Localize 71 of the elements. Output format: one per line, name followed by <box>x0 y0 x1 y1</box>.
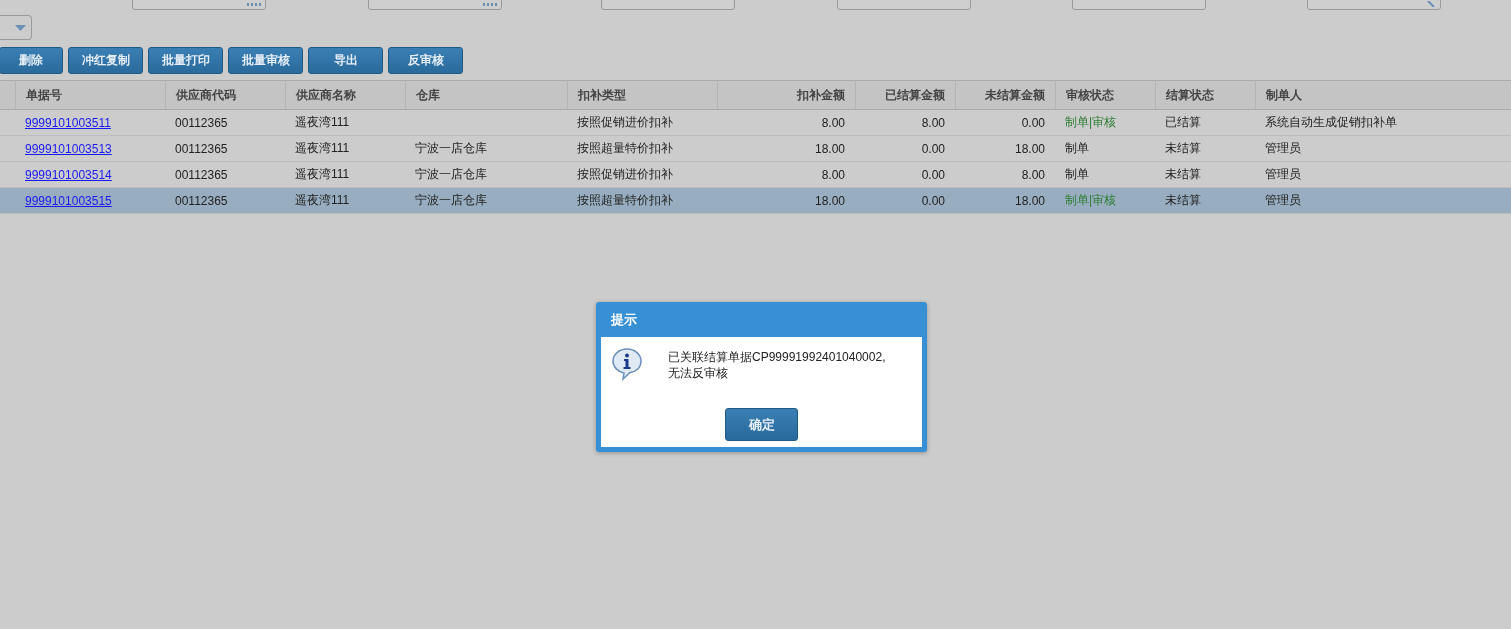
audit-status: 制单|审核 <box>1065 193 1117 207</box>
table-cell: 遥夜湾111 <box>295 167 350 181</box>
audit-status: 制单 <box>1065 167 1089 181</box>
column-header: 单据号 <box>15 80 165 110</box>
table-cell: 管理员 <box>1265 167 1301 181</box>
table-cell: 8.00 <box>821 167 845 182</box>
table-cell: 已结算 <box>1165 115 1201 129</box>
table-cell: 00112365 <box>175 141 228 156</box>
table-cell: 18.00 <box>1014 193 1045 208</box>
table-cell: 18.00 <box>814 141 845 156</box>
table-cell: 8.00 <box>821 115 845 130</box>
toolbar-button[interactable]: 反审核 <box>388 47 463 74</box>
table-cell: 宁波一店仓库 <box>415 193 487 207</box>
table-cell: 00112365 <box>175 167 228 182</box>
table-row[interactable]: 9999101003511 00112365 遥夜湾111 按照促销进价扣补 8.00 8.00 0.00 制单|审核 已结算 系统自动生成促销扣补单 <box>0 109 1511 136</box>
table-cell: 0.00 <box>921 167 945 182</box>
table-cell: 18.00 <box>814 193 845 208</box>
document-number-link[interactable]: 9999101003511 <box>25 115 111 130</box>
table-cell: 系统自动生成促销扣补单 <box>1265 115 1397 129</box>
table-cell: 8.00 <box>921 115 945 130</box>
column-header: 扣补类型 <box>567 80 717 110</box>
document-number-link[interactable]: 9999101003513 <box>25 141 112 156</box>
toolbar-button[interactable]: 冲红复制 <box>68 47 143 74</box>
column-header: 仓库 <box>405 80 567 110</box>
table-cell: 0.00 <box>921 141 945 156</box>
table-cell: 遥夜湾111 <box>295 141 350 155</box>
table-row[interactable]: 9999101003514 00112365 遥夜湾111 宁波一店仓库 按照促销进价扣补 8.00 0.00 8.00 制单 未结算 管理员 <box>0 161 1511 188</box>
info-icon <box>611 347 643 381</box>
table-cell: 00112365 <box>175 115 228 130</box>
document-number-link[interactable]: 9999101003514 <box>25 167 112 182</box>
column-header: 未结算金额 <box>955 80 1055 110</box>
table-cell: 18.00 <box>1014 141 1045 156</box>
table-cell: 宁波一店仓库 <box>415 141 487 155</box>
table-cell: 按照促销进价扣补 <box>577 167 673 181</box>
table-cell: 0.00 <box>921 193 945 208</box>
table-cell: 宁波一店仓库 <box>415 167 487 181</box>
column-header: 结算状态 <box>1155 80 1255 110</box>
table-cell: 管理员 <box>1265 193 1301 207</box>
table-cell: 管理员 <box>1265 141 1301 155</box>
column-header: 扣补金额 <box>717 80 855 110</box>
confirm-button[interactable]: 确定 <box>725 408 798 441</box>
table-cell: 0.00 <box>1021 115 1045 130</box>
table-cell: 8.00 <box>1021 167 1045 182</box>
table-cell: 按照超量特价扣补 <box>577 141 673 155</box>
column-header: 供应商名称 <box>285 80 405 110</box>
table-cell: 00112365 <box>175 193 228 208</box>
table-row[interactable]: 9999101003513 00112365 遥夜湾111 宁波一店仓库 按照超量特价扣补 18.00 0.00 18.00 制单 未结算 管理员 <box>0 135 1511 162</box>
calendar-icon[interactable] <box>483 3 497 6</box>
table-cell: 遥夜湾111 <box>295 193 350 207</box>
toolbar-button[interactable]: 导出 <box>308 47 383 74</box>
dialog-message: 已关联结算单据CP99991992401040002, 无法反审核 <box>668 349 886 382</box>
audit-status: 制单|审核 <box>1065 115 1117 129</box>
table-cell: 遥夜湾111 <box>295 115 350 129</box>
dropdown-field[interactable] <box>0 15 32 40</box>
table-cell: 按照促销进价扣补 <box>577 115 673 129</box>
table-cell: 未结算 <box>1165 167 1201 181</box>
calendar-icon[interactable] <box>247 3 261 6</box>
column-header: 已结算金额 <box>855 80 955 110</box>
column-header: 供应商代码 <box>165 80 285 110</box>
toolbar-button[interactable]: 批量打印 <box>148 47 223 74</box>
toolbar-button[interactable]: 删除 <box>0 47 63 74</box>
toolbar-button[interactable]: 批量审核 <box>228 47 303 74</box>
column-header: 制单人 <box>1255 80 1511 110</box>
dialog-title: 提示 <box>611 310 637 329</box>
dropdown-arrow-icon <box>15 24 26 31</box>
column-header: 审核状态 <box>1055 80 1155 110</box>
audit-status: 制单 <box>1065 141 1089 155</box>
table-cell: 未结算 <box>1165 141 1201 155</box>
table-cell: 未结算 <box>1165 193 1201 207</box>
table-row[interactable]: 9999101003515 00112365 遥夜湾111 宁波一店仓库 按照超量特价扣补 18.00 0.00 18.00 制单|审核 未结算 管理员 <box>0 187 1511 214</box>
table-cell: 按照超量特价扣补 <box>577 193 673 207</box>
